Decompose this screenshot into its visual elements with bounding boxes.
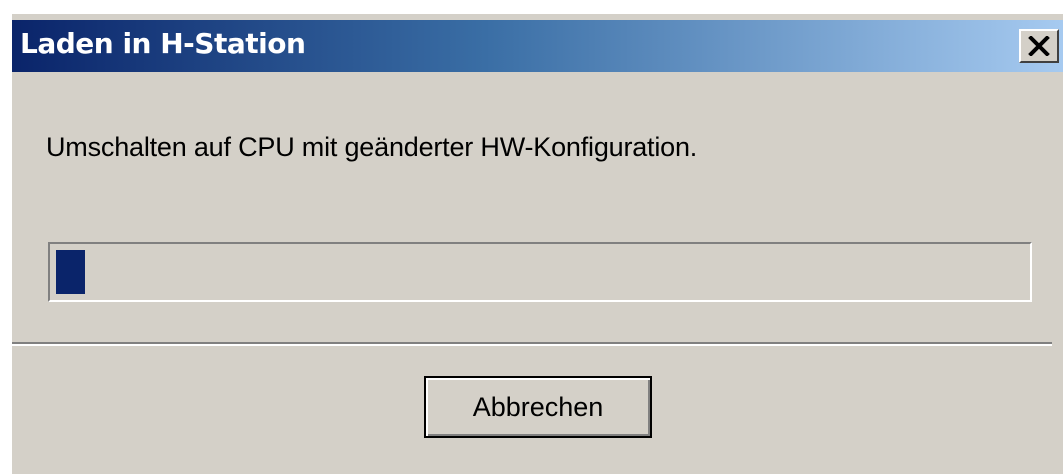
separator — [12, 342, 1052, 346]
progress-bar — [48, 242, 1032, 302]
cancel-button[interactable]: Abbrechen — [424, 376, 652, 438]
dialog-window: Laden in H-Station Umschalten auf CPU mi… — [10, 12, 1063, 474]
title-bar[interactable]: Laden in H-Station — [12, 20, 1063, 72]
status-message: Umschalten auf CPU mit geänderter HW-Kon… — [46, 132, 698, 162]
close-icon — [1028, 36, 1050, 56]
progress-fill — [56, 250, 85, 294]
close-button[interactable] — [1019, 29, 1059, 63]
window-title: Laden in H-Station — [20, 27, 306, 60]
